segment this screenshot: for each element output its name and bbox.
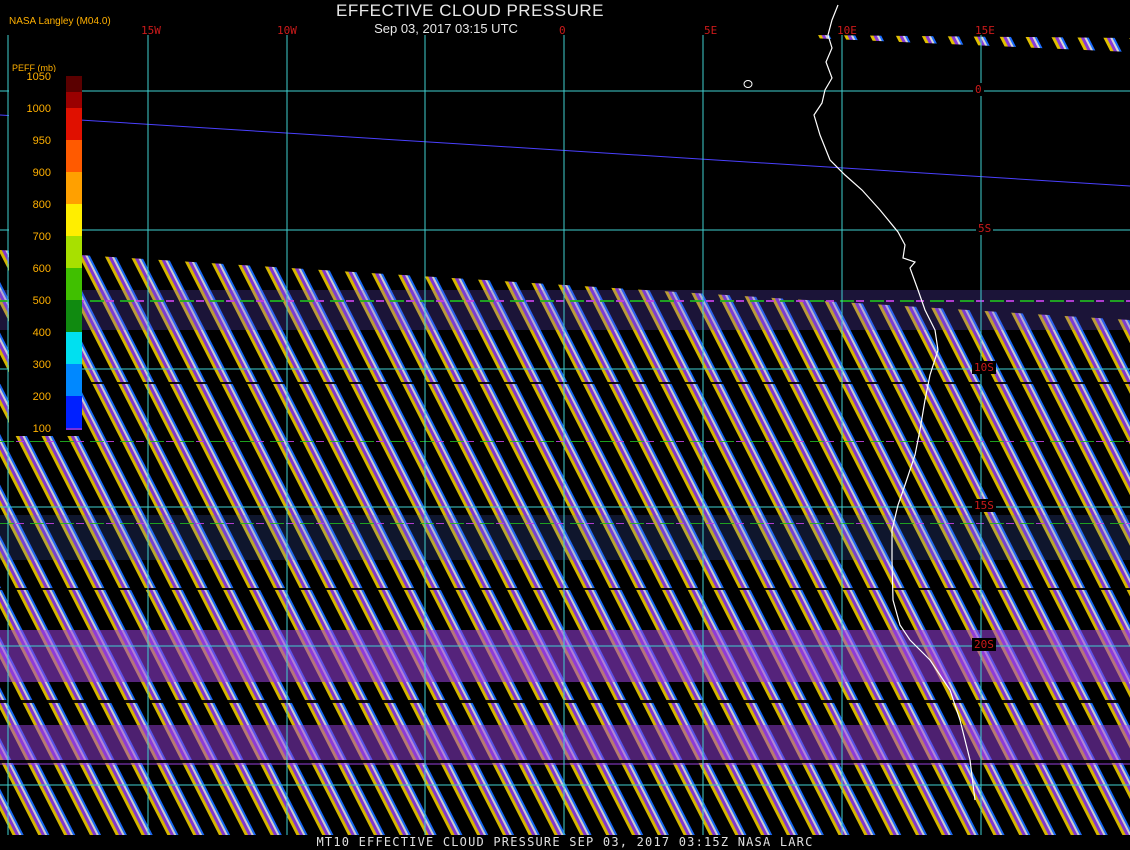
- lon-label-10w: 10W: [277, 24, 297, 37]
- colorbar-label: 300: [32, 359, 51, 371]
- colorbar-swatch: [66, 428, 82, 430]
- colorbar-swatch: [66, 92, 82, 108]
- colorbar-swatch: [66, 364, 82, 396]
- cloud-band: [0, 725, 1130, 765]
- colorbar-swatch: [66, 204, 82, 236]
- colorbar: 1050 1000 950 900 800 700 600 500 400 30…: [9, 71, 82, 436]
- cloud-band: [0, 630, 1130, 682]
- lon-label-5e: 5E: [704, 24, 718, 37]
- satellite-swath-north: [810, 35, 1130, 52]
- colorbar-label: 700: [32, 231, 51, 243]
- colorbar-swatch: [66, 396, 82, 428]
- lon-label-10e: 10E: [837, 24, 857, 37]
- colorbar-swatch: [66, 300, 82, 332]
- lat-label-15s: 15S: [972, 499, 996, 512]
- colorbar-swatch: [66, 108, 82, 140]
- colorbar-label: 900: [32, 167, 51, 179]
- colorbar-swatch: [66, 76, 82, 92]
- colorbar-swatch: [66, 236, 82, 268]
- colorbar-swatch: [66, 140, 82, 172]
- colorbar-swatch: [66, 172, 82, 204]
- colorbar-swatch: [66, 332, 82, 364]
- map-title: EFFECTIVE CLOUD PRESSURE: [336, 1, 604, 20]
- lon-label-15w: 15W: [141, 24, 161, 37]
- lon-label-0: 0: [559, 24, 566, 37]
- island: [743, 80, 753, 88]
- colorbar-label: 500: [32, 295, 51, 307]
- colorbar-label: 800: [32, 199, 51, 211]
- colorbar-swatch: [66, 268, 82, 300]
- colorbar-label: 400: [32, 327, 51, 339]
- colorbar-label: 100: [32, 423, 51, 435]
- cloud-pressure-map: [0, 4, 1130, 835]
- orbit-track-line: [0, 114, 1130, 187]
- map-timestamp: Sep 03, 2017 03:15 UTC: [374, 21, 518, 36]
- cloud-band: [0, 290, 1130, 330]
- cloud-band: [0, 515, 1130, 560]
- colorbar-label: 1000: [26, 103, 51, 115]
- institution-label: NASA Langley (M04.0): [9, 16, 111, 27]
- lat-label-0: 0: [973, 83, 984, 96]
- colorbar-label: 950: [32, 135, 51, 147]
- lat-label-5s: 5S: [976, 222, 994, 235]
- lon-label-15e: 15E: [975, 24, 995, 37]
- colorbar-label: 1050: [26, 71, 51, 83]
- lat-label-20s: 20S: [972, 638, 996, 651]
- colorbar-label: 200: [32, 391, 51, 403]
- lat-label-10s: 10S: [972, 361, 996, 374]
- colorbar-label: 600: [32, 263, 51, 275]
- footer-caption: MT10 EFFECTIVE CLOUD PRESSURE SEP 03, 20…: [0, 835, 1130, 850]
